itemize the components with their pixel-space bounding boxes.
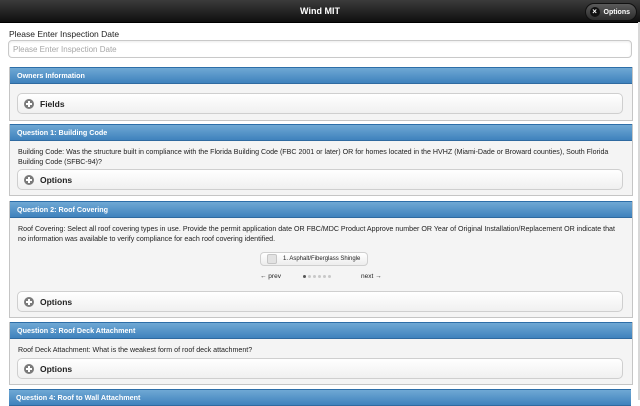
option-label: 1. Asphalt/Fiberglass Shingle: [283, 256, 361, 262]
section-owners-information: Owners Information Fields: [9, 67, 633, 121]
question-text: Roof Deck Attachment: What is the weakes…: [18, 346, 253, 354]
page-dot[interactable]: [308, 275, 311, 278]
page-dot[interactable]: [313, 275, 316, 278]
inspection-date-label: Please Enter Inspection Date: [9, 29, 120, 39]
prev-button[interactable]: ← prev: [260, 273, 281, 280]
section-question-4: Question 4: Roof to Wall Attachment: [9, 389, 631, 406]
collapsible-label: Options: [40, 174, 73, 185]
pagination-dots: [303, 275, 331, 278]
header-bar: Wind MIT × Options: [0, 0, 640, 23]
section-title[interactable]: Owners Information: [10, 67, 632, 84]
page-dot[interactable]: [303, 275, 306, 278]
next-button[interactable]: next →: [361, 273, 382, 280]
options-collapsible[interactable]: Options: [17, 358, 623, 379]
inspection-date-input[interactable]: [8, 40, 632, 58]
close-icon: ×: [589, 7, 600, 17]
roof-covering-option-card[interactable]: 1. Asphalt/Fiberglass Shingle: [260, 252, 368, 266]
section-title[interactable]: Question 1: Building Code: [10, 124, 632, 141]
page-dot[interactable]: [328, 275, 331, 278]
fields-collapsible[interactable]: Fields: [17, 93, 623, 114]
checkbox[interactable]: [267, 254, 277, 264]
options-button[interactable]: × Options: [584, 3, 637, 21]
section-title[interactable]: Question 3: Roof Deck Attachment: [10, 322, 632, 339]
question-text: Building Code: Was the structure built i…: [18, 148, 609, 166]
plus-icon: [24, 174, 34, 185]
section-question-1: Question 1: Building Code Building Code:…: [9, 124, 633, 196]
question-text: Roof Covering: Select all roof covering …: [18, 225, 615, 243]
page-dot[interactable]: [318, 275, 321, 278]
section-question-2: Question 2: Roof Covering Roof Covering:…: [9, 201, 633, 318]
options-collapsible[interactable]: Options: [17, 169, 623, 190]
section-title[interactable]: Question 4: Roof to Wall Attachment: [9, 389, 631, 406]
collapsible-label: Options: [40, 296, 73, 307]
options-button-label: Options: [603, 8, 630, 16]
collapsible-label: Options: [40, 363, 73, 374]
section-question-3: Question 3: Roof Deck Attachment Roof De…: [9, 322, 633, 385]
page-title: Wind MIT: [300, 6, 340, 16]
options-collapsible[interactable]: Options: [17, 291, 623, 312]
section-title[interactable]: Question 2: Roof Covering: [10, 201, 632, 218]
page-dot[interactable]: [323, 275, 326, 278]
plus-icon: [24, 363, 34, 374]
collapsible-label: Fields: [40, 98, 65, 109]
plus-icon: [24, 98, 34, 109]
plus-icon: [24, 296, 34, 307]
